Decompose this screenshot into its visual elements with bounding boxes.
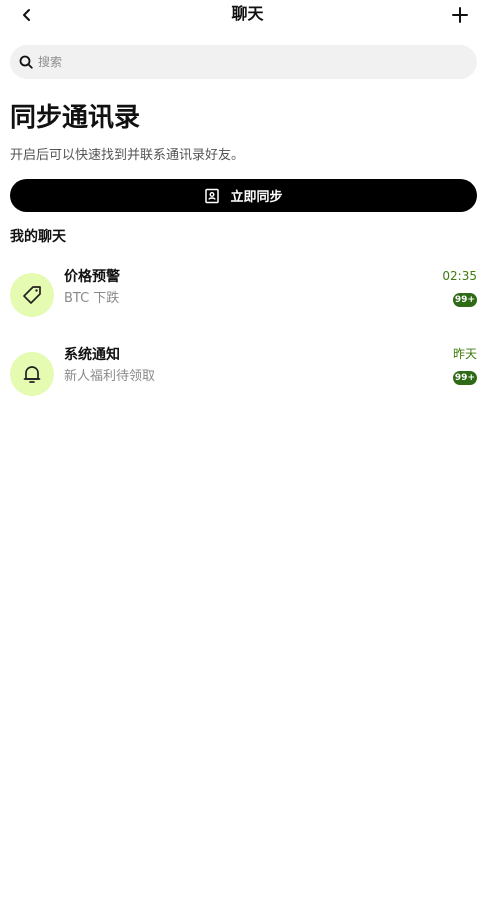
chat-time: 02:35 [442, 269, 477, 283]
chat-name: 系统通知 [64, 347, 120, 363]
chat-preview: BTC 下跌 [64, 291, 120, 306]
top-bar: 聊天 [0, 0, 495, 30]
plus-icon [452, 7, 468, 23]
add-button[interactable] [447, 2, 473, 28]
bell-icon [23, 366, 41, 383]
sync-now-button[interactable]: 立即同步 [10, 179, 477, 212]
chat-preview: 新人福利待领取 [64, 369, 156, 384]
my-chats-title: 我的聊天 [10, 229, 66, 245]
unread-badge: 99+ [452, 293, 477, 307]
chat-time: 昨天 [452, 347, 477, 361]
avatar [10, 352, 54, 396]
chat-name: 价格预警 [64, 269, 120, 285]
search-icon [19, 55, 33, 69]
sync-contacts-description: 开启后可以快速找到并联系通讯录好友。 [10, 148, 245, 163]
avatar [10, 273, 54, 317]
sync-contacts-title: 同步通讯录 [10, 103, 141, 133]
chat-item-price-alert[interactable]: 价格预警 BTC 下跌 02:35 99+ [0, 260, 495, 330]
search-input[interactable] [38, 45, 458, 79]
sync-now-label: 立即同步 [230, 190, 283, 205]
page-title: 聊天 [231, 4, 264, 23]
price-tag-icon [23, 286, 41, 304]
unread-badge: 99+ [452, 371, 477, 385]
search-bar[interactable] [10, 45, 477, 79]
chat-item-system-notice[interactable]: 系统通知 新人福利待领取 昨天 99+ [0, 338, 495, 408]
contact-book-icon [204, 188, 220, 204]
